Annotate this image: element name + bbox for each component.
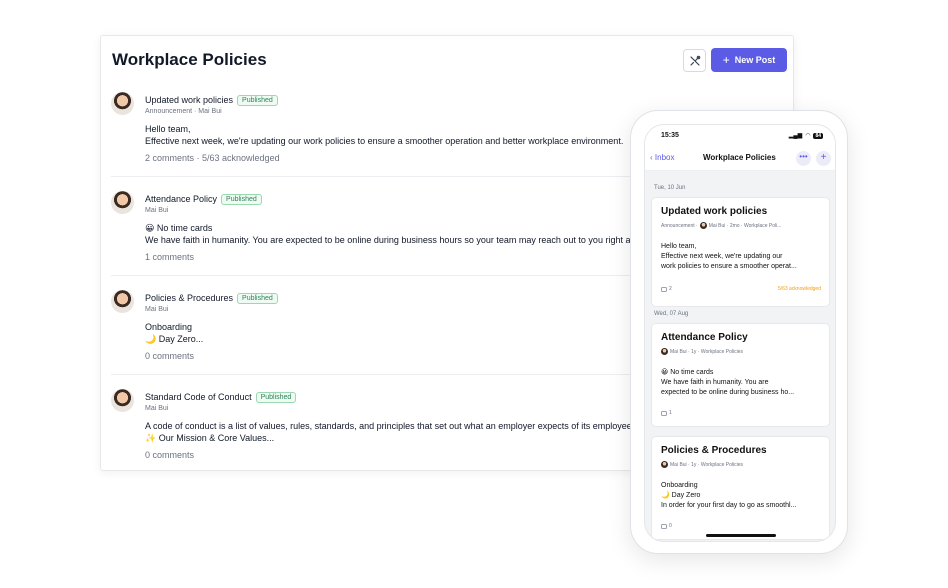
battery-icon: 84 (813, 132, 823, 139)
phone-screen: 15:35 ▂▄▆ ◠ 84 ‹ Inbox Workplace Policie… (644, 124, 836, 542)
post-title[interactable]: Standard Code of Conduct (145, 392, 252, 402)
ack-count: 5/63 acknowledged (777, 286, 821, 292)
status-badge: Published (237, 95, 278, 106)
card-meta-prefix: Announcement · (661, 222, 698, 229)
status-badge: Published (255, 392, 297, 403)
home-indicator (706, 534, 776, 537)
comment-count: 0 (669, 523, 672, 529)
post-body: Onboarding 🌙 Day Zero... (145, 321, 203, 345)
post-meta: Mai Bui (145, 207, 169, 214)
status-time: 15:35 (661, 132, 679, 139)
plus-icon: + (820, 152, 827, 163)
card-body-line: expected to be online during business ho… (661, 389, 795, 396)
card-comments: 2 (661, 286, 672, 292)
system-icons: ▂▄▆ ◠ 84 (789, 132, 823, 139)
post-body-line: 😀 No time cards (145, 223, 213, 233)
more-button[interactable]: ••• (796, 151, 811, 166)
page-title: Workplace Policies (112, 50, 267, 69)
card-meta: Mai Bui · 1y · Workplace Policies (661, 348, 743, 355)
avatar (111, 191, 134, 214)
post-title[interactable]: Policies & Procedures (145, 293, 233, 303)
ellipsis-icon: ••• (799, 152, 808, 161)
tools-button[interactable] (683, 49, 706, 72)
status-bar: 15:35 ▂▄▆ ◠ 84 (645, 125, 835, 147)
new-post-label: New Post (734, 55, 776, 65)
avatar (111, 290, 134, 313)
post-meta: Mai Bui (145, 405, 169, 412)
post-body: A code of conduct is a list of values, r… (145, 420, 639, 444)
post-body: Hello team, Effective next week, we're u… (145, 123, 623, 147)
card-body-line: In order for your first day to go as smo… (661, 502, 797, 509)
card-body: 😀 No time cards We have faith in humanit… (661, 368, 825, 398)
tools-icon (690, 55, 701, 66)
comment-count: 2 (669, 286, 672, 292)
new-post-button[interactable]: + New Post (711, 48, 787, 72)
comment-icon (661, 523, 667, 529)
post-body-line: Hello team, (145, 124, 191, 134)
post-card[interactable]: Attendance Policy Mai Bui · 1y · Workpla… (651, 323, 830, 427)
post-footer[interactable]: 0 comments (145, 351, 194, 361)
post-meta: Announcement · Mai Bui (145, 108, 222, 115)
post-body-line: We have faith in humanity. You are expec… (145, 235, 649, 245)
post-body: 😀 No time cards We have faith in humanit… (145, 222, 648, 246)
card-meta-suffix: Mai Bui · 2mo · Workplace Poli... (708, 222, 782, 229)
nav-bar: ‹ Inbox Workplace Policies ••• + (645, 147, 835, 171)
nav-title: Workplace Policies (703, 153, 776, 162)
post-body-line: Effective next week, we're updating our … (145, 136, 624, 146)
back-label: Inbox (654, 153, 675, 162)
date-header: Wed, 07 Aug (654, 311, 689, 317)
post-footer[interactable]: 2 comments · 5/63 acknowledged (145, 153, 280, 163)
card-meta: Announcement · Mai Bui · 2mo · Workplace… (661, 222, 781, 229)
card-meta: Mai Bui · 1y · Workplace Policies (661, 461, 743, 468)
avatar (661, 461, 668, 468)
card-body: Hello team, Effective next week, we're u… (661, 242, 825, 272)
card-comments: 1 (661, 410, 672, 416)
post-meta: Mai Bui (145, 306, 169, 313)
comment-icon (661, 286, 667, 292)
card-body-line: We have faith in humanity. You are (661, 379, 769, 386)
status-badge: Published (237, 293, 278, 304)
card-body-line: Effective next week, we're updating our (661, 253, 783, 260)
avatar (699, 222, 707, 229)
post-footer[interactable]: 1 comments (145, 252, 194, 262)
post-body-line: A code of conduct is a list of values, r… (145, 421, 639, 431)
comment-icon (661, 410, 667, 416)
post-body-line: 🌙 Day Zero... (145, 334, 204, 344)
back-button[interactable]: ‹ Inbox (650, 153, 674, 162)
post-card[interactable]: Updated work policies Announcement · Mai… (651, 197, 830, 307)
post-title[interactable]: Attendance Policy (145, 194, 217, 204)
post-title[interactable]: Updated work policies (145, 95, 233, 105)
wifi-icon: ◠ (805, 133, 811, 139)
date-header: Tue, 10 Jun (654, 185, 686, 191)
avatar (111, 92, 134, 115)
card-body-line: 😀 No time cards (661, 369, 714, 376)
card-body-line: work policies to ensure a smoother opera… (661, 263, 797, 270)
avatar (661, 348, 668, 355)
post-body-line: ✨ Our Mission & Core Values... (145, 433, 275, 443)
post-footer[interactable]: 0 comments (145, 450, 194, 460)
card-meta-text: Mai Bui · 1y · Workplace Policies (670, 461, 743, 468)
signal-icon: ▂▄▆ (788, 133, 803, 139)
phone-frame: 15:35 ▂▄▆ ◠ 84 ‹ Inbox Workplace Policie… (630, 110, 848, 554)
comment-count: 1 (669, 410, 672, 416)
status-badge: Published (221, 194, 262, 205)
card-title: Policies & Procedures (661, 445, 767, 456)
add-button[interactable]: + (816, 151, 831, 166)
avatar (111, 389, 134, 412)
card-body-line: Hello team, (661, 243, 697, 250)
card-meta-text: Mai Bui · 1y · Workplace Policies (670, 348, 743, 355)
post-card[interactable]: Policies & Procedures Mai Bui · 1y · Wor… (651, 436, 830, 540)
card-title: Updated work policies (661, 206, 768, 217)
card-body-line: Onboarding (661, 482, 698, 489)
plus-icon: + (722, 53, 730, 67)
card-title: Attendance Policy (661, 332, 748, 343)
card-comments: 0 (661, 523, 672, 529)
card-body: Onboarding 🌙 Day Zero In order for your … (661, 481, 825, 511)
post-body-line: Onboarding (145, 322, 193, 332)
card-body-line: 🌙 Day Zero (661, 492, 701, 499)
